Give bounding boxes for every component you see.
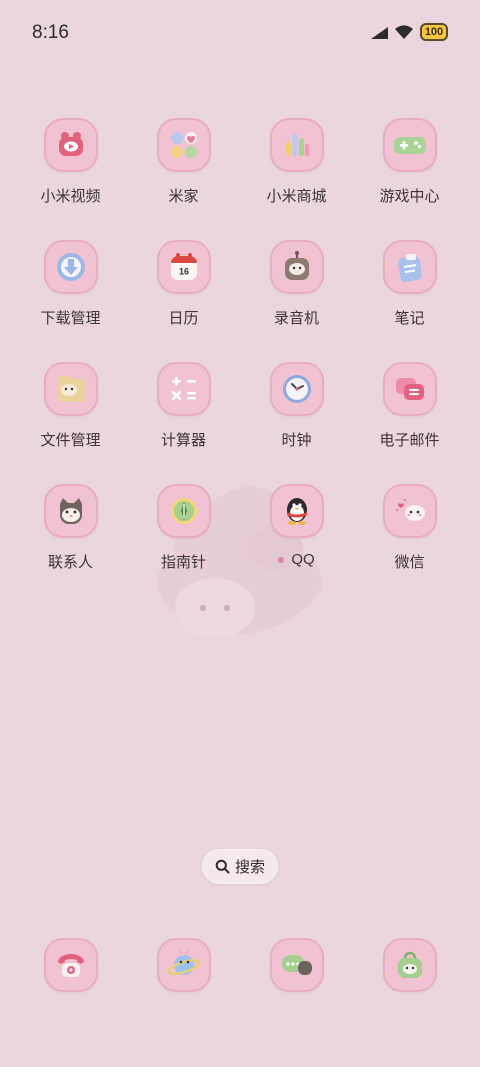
status-time: 8:16 [32,22,69,43]
app-row: 小米视频 米家 小米商城 游戏中心 [14,118,466,240]
dock [14,938,466,992]
mall-icon[interactable] [269,118,324,172]
calendar-day: 16 [178,267,188,277]
app-label: 小米商城 [266,188,327,205]
app-label: 游戏中心 [379,188,440,205]
search-icon [215,859,230,874]
app-mijia[interactable]: 米家 [127,118,240,240]
phone-icon[interactable] [43,938,98,992]
dock-phone[interactable] [14,938,127,992]
dock-browser[interactable] [127,938,240,992]
app-label: 下载管理 [40,310,101,327]
app-label: 计算器 [160,432,206,449]
video-icon[interactable] [43,118,98,172]
app-notes[interactable]: 笔记 [353,240,466,362]
mail-icon[interactable] [382,362,437,416]
dock-app-store[interactable] [353,938,466,992]
notes-icon[interactable] [382,240,437,294]
contacts-icon[interactable] [43,484,98,538]
dock-messages[interactable] [240,938,353,992]
app-label: 指南针 [160,554,206,571]
app-label: 微信 [394,554,425,571]
app-label: 录音机 [273,310,319,327]
app-label: QQ [278,551,315,568]
app-label: 小米视频 [40,188,101,205]
qq-icon[interactable] [269,484,324,538]
browser-icon[interactable] [156,938,211,992]
folder-icon[interactable] [43,362,98,416]
app-xiaomi-mall[interactable]: 小米商城 [240,118,353,240]
compass-icon[interactable] [156,484,211,538]
app-row: 下载管理 16 日历 录音机 笔记 [14,240,466,362]
app-row: 文件管理 计算器 时钟 电子邮件 [14,362,466,484]
search-label: 搜索 [234,859,265,876]
app-row: 联系人 指南针 QQ 微信 [14,484,466,606]
app-label: 米家 [168,188,199,205]
app-compass[interactable]: 指南针 [127,484,240,606]
app-label: 文件管理 [40,432,101,449]
battery-icon: 100 [420,23,448,41]
wechat-icon[interactable] [382,484,437,538]
search-button[interactable]: 搜索 [202,849,278,884]
wifi-icon [395,25,413,39]
app-calculator[interactable]: 计算器 [127,362,240,484]
app-label: 电子邮件 [379,432,440,449]
app-label: 日历 [168,310,199,327]
app-contacts[interactable]: 联系人 [14,484,127,606]
app-label: 联系人 [47,554,93,571]
app-download-manager[interactable]: 下载管理 [14,240,127,362]
app-recorder[interactable]: 录音机 [240,240,353,362]
notification-dot [278,556,285,563]
app-clock[interactable]: 时钟 [240,362,353,484]
messages-icon[interactable] [269,938,324,992]
calendar-icon[interactable]: 16 [156,240,211,294]
app-xiaomi-video[interactable]: 小米视频 [14,118,127,240]
recorder-icon[interactable] [269,240,324,294]
app-grid: 小米视频 米家 小米商城 游戏中心 下载管理 16 日历 录音机 笔记 文件管理… [14,118,466,606]
calculator-icon[interactable] [156,362,211,416]
app-qq[interactable]: QQ [240,484,353,606]
mijia-icon[interactable] [156,118,211,172]
app-store-icon[interactable] [382,938,437,992]
status-bar: 8:16 100 [0,0,480,68]
app-label-text: QQ [291,551,315,568]
app-calendar[interactable]: 16 日历 [127,240,240,362]
app-label: 时钟 [281,432,312,449]
app-email[interactable]: 电子邮件 [353,362,466,484]
download-icon[interactable] [43,240,98,294]
app-wechat[interactable]: 微信 [353,484,466,606]
gamepad-icon[interactable] [382,118,437,172]
app-label: 笔记 [394,310,425,327]
clock-icon[interactable] [269,362,324,416]
app-file-manager[interactable]: 文件管理 [14,362,127,484]
signal-icon [371,27,388,39]
app-game-center[interactable]: 游戏中心 [353,118,466,240]
